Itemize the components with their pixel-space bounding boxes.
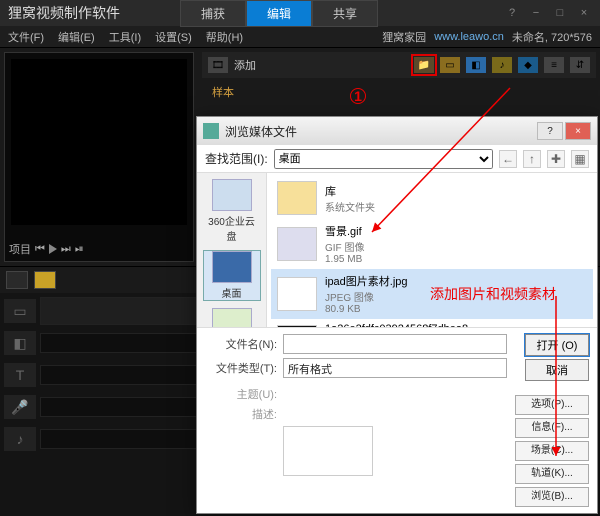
file-item[interactable]: 库系统文件夹 [271, 177, 593, 219]
look-in-select[interactable]: 桌面 [274, 149, 493, 169]
filetype-select[interactable]: 所有格式 [283, 358, 507, 378]
play-icon[interactable] [49, 244, 57, 254]
scene-button[interactable]: 场景(C)... [515, 441, 589, 461]
media-list-icon[interactable]: ≡ [544, 57, 564, 73]
project-info: 未命名, 720*576 [512, 29, 592, 45]
menu-bar: 文件(F) 编辑(E) 工具(I) 设置(S) 帮助(H) 狸窝家园 www.l… [0, 26, 600, 48]
media-toolbar: 🎞 添加 📁 ▭ ◧ ♪ ◆ ≡ ⇵ [202, 52, 596, 78]
minimize-icon[interactable]: − [528, 5, 544, 21]
track-button[interactable]: 轨道(K)... [515, 464, 589, 484]
close-icon[interactable]: × [576, 5, 592, 21]
preview-viewport [11, 59, 187, 225]
next-clip-icon[interactable]: ⏭ [61, 243, 71, 256]
place-mydocs[interactable]: 我的文档 [204, 308, 260, 327]
mydocs-icon [212, 308, 252, 327]
dialog-title-text: 浏览媒体文件 [225, 123, 297, 140]
place-cloud[interactable]: 360企业云盘 [204, 179, 260, 243]
dialog-lookup-row: 查找范围(I): 桌面 ← ↑ ✚ ▦ [197, 145, 597, 173]
media-film-icon[interactable]: 🎞 [208, 57, 228, 73]
info-button[interactable]: 信息(F)... [515, 418, 589, 438]
tab-share[interactable]: 共享 [312, 0, 378, 27]
tab-edit[interactable]: 编辑 [246, 0, 312, 27]
prev-clip-icon[interactable]: ⏮ [35, 243, 45, 256]
look-in-label: 查找范围(I): [205, 150, 268, 167]
view-mode-icon[interactable]: ▦ [571, 150, 589, 168]
video-track-icon[interactable]: ▭ [4, 299, 36, 323]
place-desktop[interactable]: 桌面 [204, 251, 260, 300]
menu-tools[interactable]: 工具(I) [109, 29, 141, 45]
add-media-label[interactable]: 添加 [234, 57, 256, 73]
filename-input[interactable] [283, 334, 507, 354]
menu-file[interactable]: 文件(F) [8, 29, 44, 45]
menu-help[interactable]: 帮助(H) [206, 29, 243, 45]
dialog-app-icon [203, 123, 219, 139]
file-open-dialog: 浏览媒体文件 ? × 查找范围(I): 桌面 ← ↑ ✚ ▦ 360企业云盘 桌… [196, 116, 598, 514]
preview-box [283, 426, 373, 476]
media-cat-color-icon[interactable]: ◆ [518, 57, 538, 73]
voice-track-icon[interactable]: 🎤 [4, 395, 36, 419]
menu-edit[interactable]: 编辑(E) [58, 29, 95, 45]
options-button[interactable]: 选项(P)... [515, 395, 589, 415]
media-cat-image-icon[interactable]: ◧ [466, 57, 486, 73]
folder-thumb-icon [277, 181, 317, 215]
media-sort-icon[interactable]: ⇵ [570, 57, 590, 73]
filetype-label: 文件类型(T): [205, 360, 277, 376]
preview-controls: 项目 ⏮ ⏭ ⏯ [9, 241, 189, 257]
desc-label: 描述: [205, 406, 277, 422]
preview-label: 项目 [9, 241, 31, 257]
sample-row: 样本 [202, 78, 596, 106]
places-bar: 360企业云盘 桌面 我的文档 计算机 网络 [197, 173, 267, 327]
step-1-marker: 1 [350, 88, 366, 104]
image-thumb-icon [277, 227, 317, 261]
app-header: 狸窝视频制作软件 捕获 编辑 共享 ? − □ × [0, 0, 600, 26]
filename-label: 文件名(N): [205, 336, 277, 352]
subject-label: 主题(U): [205, 386, 277, 402]
nav-back-icon[interactable]: ← [499, 150, 517, 168]
help-icon[interactable]: ? [504, 5, 520, 21]
dialog-bottom: 文件名(N): 文件类型(T): 所有格式 主题(U): 描述: 打开 (O) 取… [197, 327, 597, 513]
tab-capture[interactable]: 捕获 [180, 0, 246, 27]
open-button[interactable]: 打开 (O) [525, 334, 589, 356]
end-icon[interactable]: ⏯ [75, 243, 84, 256]
cloud-icon [212, 179, 252, 211]
dialog-help-icon[interactable]: ? [537, 122, 563, 140]
header-right-icons: ? − □ × [504, 5, 592, 21]
maximize-icon[interactable]: □ [552, 5, 568, 21]
dialog-titlebar[interactable]: 浏览媒体文件 ? × [197, 117, 597, 145]
cancel-button[interactable]: 取消 [525, 359, 589, 381]
desktop-icon [212, 251, 252, 283]
file-item[interactable]: 雪景.gifGIF 图像1.95 MB [271, 219, 593, 269]
brand-url[interactable]: www.leawo.cn [434, 31, 504, 43]
preview-pane: 项目 ⏮ ⏭ ⏯ [4, 52, 194, 262]
menu-settings[interactable]: 设置(S) [155, 29, 192, 45]
nav-up-icon[interactable]: ↑ [523, 150, 541, 168]
media-cat-audio-icon[interactable]: ♪ [492, 57, 512, 73]
media-cat-video-icon[interactable]: ▭ [440, 57, 460, 73]
sample-label: 样本 [212, 84, 234, 100]
browse-button[interactable]: 浏览(B)... [515, 487, 589, 507]
new-folder-icon[interactable]: ✚ [547, 150, 565, 168]
title-track-icon[interactable]: T [4, 363, 36, 387]
image-thumb-icon [277, 277, 317, 311]
dialog-close-icon[interactable]: × [565, 122, 591, 140]
file-item[interactable]: 1a26e2fdfc03924568f7dbea8...JPEG 图像40.0 … [271, 319, 593, 327]
browse-folder-icon[interactable]: 📁 [414, 57, 434, 73]
storyboard-icon[interactable] [6, 271, 28, 289]
brand-site: 狸窝家园 [382, 29, 426, 45]
app-title: 狸窝视频制作软件 [8, 3, 120, 23]
annotation-text: 添加图片和视频素材 [430, 284, 556, 304]
main-tabs: 捕获 编辑 共享 [180, 0, 378, 27]
overlay-track-icon[interactable]: ◧ [4, 331, 36, 355]
music-track-icon[interactable]: ♪ [4, 427, 36, 451]
timeline-mode-icon[interactable] [34, 271, 56, 289]
